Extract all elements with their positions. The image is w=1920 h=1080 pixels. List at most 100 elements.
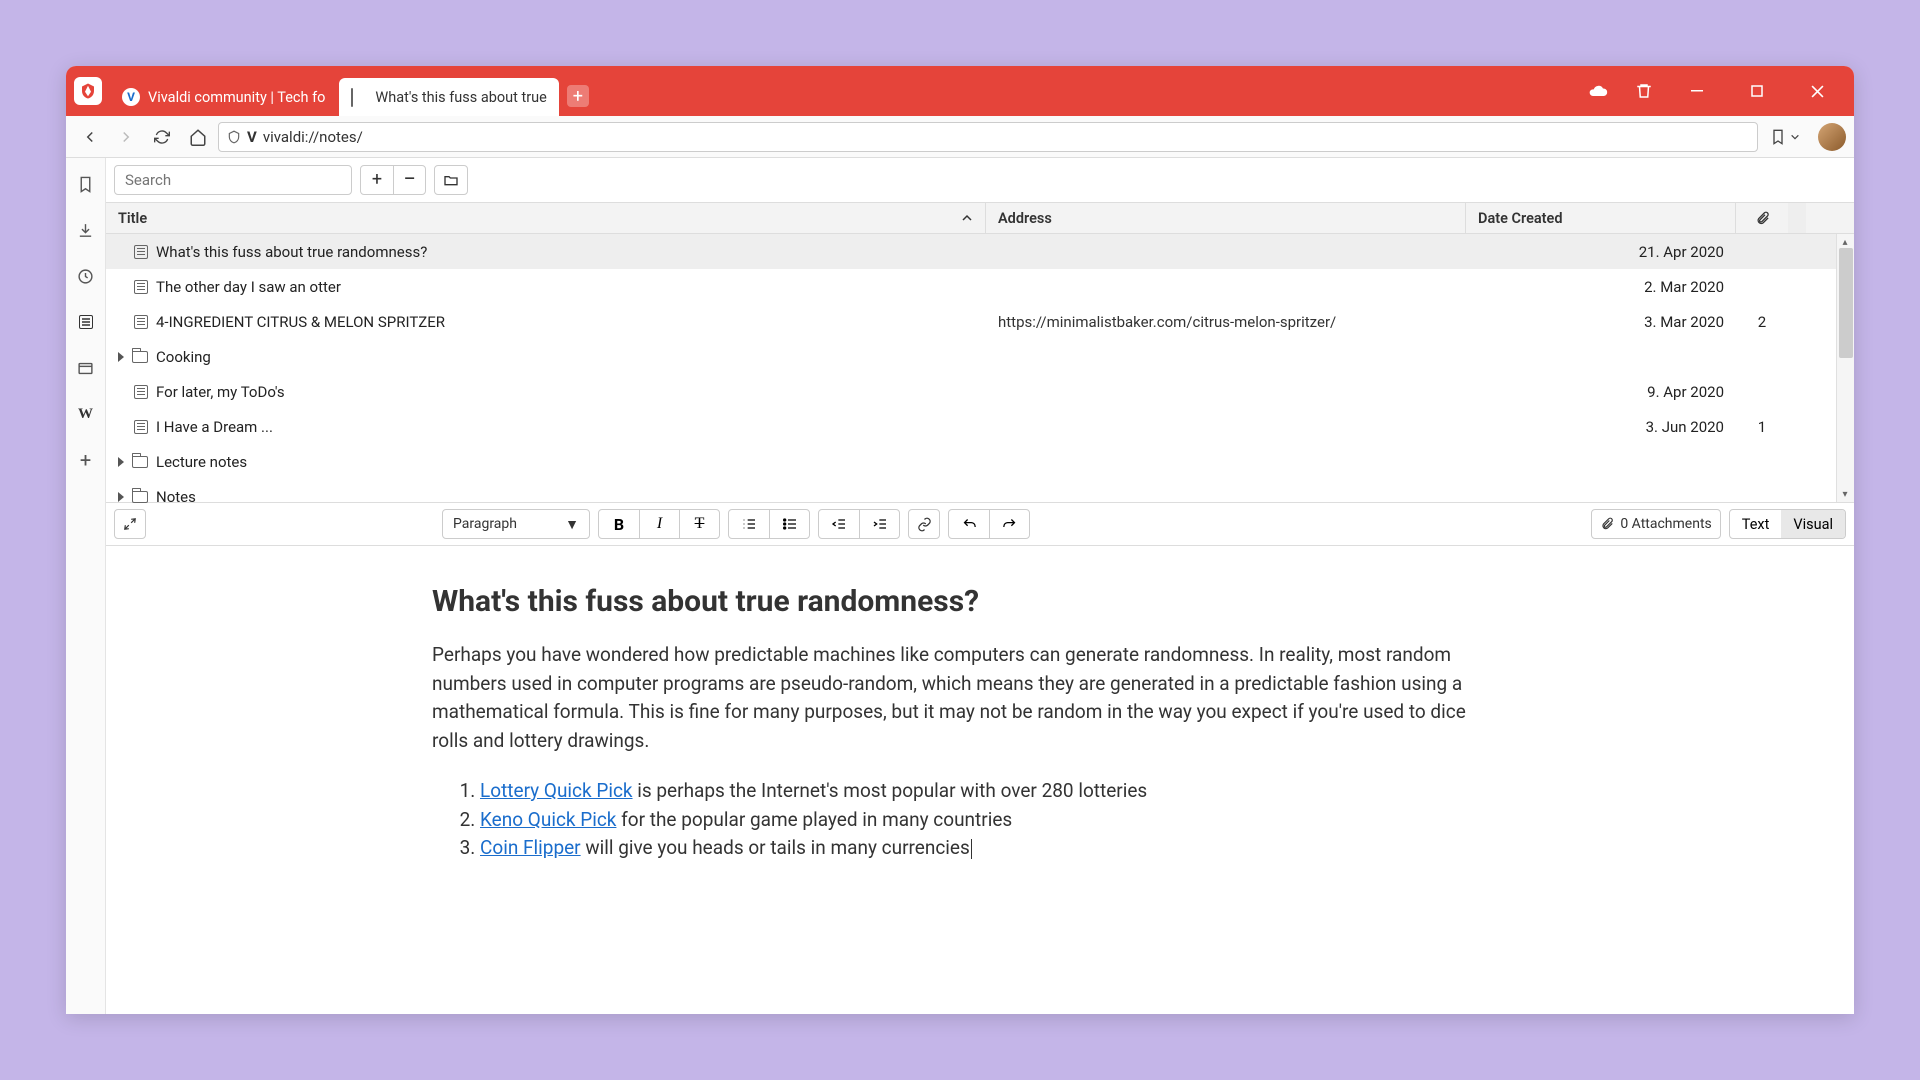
vivaldi-favicon-icon: V <box>122 88 140 106</box>
url-field[interactable]: V vivaldi://notes/ <box>218 122 1758 152</box>
note-icon <box>134 280 148 294</box>
webclip-icon <box>134 315 148 329</box>
note-heading: What's this fuss about true randomness? <box>432 584 1794 619</box>
mode-text-button[interactable]: Text <box>1730 510 1782 538</box>
tab-label: What's this fuss about true <box>375 89 546 106</box>
note-icon <box>351 89 367 105</box>
row-attachments-count: 2 <box>1736 313 1788 331</box>
profile-avatar[interactable] <box>1818 123 1846 151</box>
mode-visual-button[interactable]: Visual <box>1781 510 1845 538</box>
undo-button[interactable] <box>949 510 989 538</box>
reload-button[interactable] <box>146 121 178 153</box>
strikethrough-button[interactable]: T <box>679 510 719 538</box>
side-panel: W + <box>66 158 106 1014</box>
bold-button[interactable]: B <box>599 510 639 538</box>
notes-folder-row[interactable]: Lecture notes <box>106 444 1854 479</box>
folder-icon <box>132 491 148 503</box>
row-title-text: For later, my ToDo's <box>156 383 285 401</box>
scroll-up-icon[interactable]: ▴ <box>1839 236 1851 248</box>
row-date-text: 21. Apr 2020 <box>1466 243 1736 261</box>
minimize-button[interactable] <box>1668 69 1726 113</box>
notes-folder-row[interactable]: Cooking <box>106 339 1854 374</box>
list-item: Coin Flipper will give you heads or tail… <box>480 834 1492 863</box>
add-note-button[interactable]: + <box>361 166 393 194</box>
note-icon <box>134 385 148 399</box>
bookmark-button[interactable] <box>1762 129 1808 145</box>
site-v-icon: V <box>247 128 257 146</box>
url-text: vivaldi://notes/ <box>263 128 363 146</box>
new-tab-button[interactable]: + <box>567 85 589 107</box>
notes-row[interactable]: What's this fuss about true randomness? 2… <box>106 234 1854 269</box>
trash-icon[interactable] <box>1622 69 1666 113</box>
column-date[interactable]: Date Created <box>1466 203 1736 233</box>
redo-button[interactable] <box>989 510 1029 538</box>
notes-list: What's this fuss about true randomness? 2… <box>106 234 1854 514</box>
row-title-text: Cooking <box>156 348 211 366</box>
scrollbar[interactable]: ▴ ▾ <box>1836 234 1854 502</box>
note-link[interactable]: Keno Quick Pick <box>480 808 616 831</box>
close-button[interactable] <box>1788 69 1846 113</box>
tab-active[interactable]: What's this fuss about true <box>339 78 558 116</box>
window-panel-icon[interactable] <box>74 356 98 380</box>
list-item: Keno Quick Pick for the popular game pla… <box>480 806 1492 835</box>
unordered-list-button[interactable] <box>769 510 809 538</box>
note-link[interactable]: Coin Flipper <box>480 836 581 859</box>
outdent-button[interactable] <box>819 510 859 538</box>
row-title-text: 4-INGREDIENT CITRUS & MELON SPRITZER <box>156 313 445 331</box>
row-attachments-count: 1 <box>1736 418 1788 436</box>
note-link[interactable]: Lottery Quick Pick <box>480 779 633 802</box>
row-title-text: Notes <box>156 488 196 506</box>
expand-caret-icon[interactable] <box>118 492 124 502</box>
tab-inactive[interactable]: V Vivaldi community | Tech fo <box>110 78 337 116</box>
scroll-down-icon[interactable]: ▾ <box>1839 488 1851 500</box>
row-title-text: The other day I saw an otter <box>156 278 341 296</box>
list-item: Lottery Quick Pick is perhaps the Intern… <box>480 777 1492 806</box>
folder-icon <box>132 351 148 363</box>
remove-note-button[interactable]: − <box>393 166 425 194</box>
notes-row[interactable]: 4-INGREDIENT CITRUS & MELON SPRITZER http… <box>106 304 1854 339</box>
note-icon <box>134 245 148 259</box>
browser-window: V Vivaldi community | Tech fo What's thi… <box>66 66 1854 1014</box>
new-folder-button[interactable] <box>434 165 468 195</box>
maximize-button[interactable] <box>1728 69 1786 113</box>
ordered-list-button[interactable] <box>729 510 769 538</box>
folder-icon <box>132 456 148 468</box>
column-title[interactable]: Title <box>106 203 986 233</box>
addressbar: V vivaldi://notes/ <box>66 116 1854 158</box>
indent-button[interactable] <box>859 510 899 538</box>
bookmarks-panel-icon[interactable] <box>74 172 98 196</box>
history-panel-icon[interactable] <box>74 264 98 288</box>
row-title-text: What's this fuss about true randomness? <box>156 243 427 261</box>
notes-folder-row[interactable]: Notes <box>106 479 1854 514</box>
expand-caret-icon[interactable] <box>118 457 124 467</box>
add-panel-button[interactable]: + <box>74 448 98 472</box>
wikipedia-icon[interactable]: W <box>74 402 98 426</box>
titlebar: V Vivaldi community | Tech fo What's thi… <box>66 66 1854 116</box>
tab-label: Vivaldi community | Tech fo <box>148 89 325 106</box>
column-attachments[interactable] <box>1736 203 1788 233</box>
notes-panel-icon[interactable] <box>74 310 98 334</box>
search-input[interactable] <box>114 165 352 195</box>
paperclip-icon <box>1755 211 1770 226</box>
forward-button[interactable] <box>110 121 142 153</box>
sync-cloud-icon[interactable] <box>1576 69 1620 113</box>
vivaldi-logo[interactable] <box>74 77 102 105</box>
notes-row[interactable]: For later, my ToDo's9. Apr 2020 <box>106 374 1854 409</box>
chevron-down-icon <box>1790 132 1800 142</box>
home-button[interactable] <box>182 121 214 153</box>
scroll-thumb[interactable] <box>1839 248 1853 358</box>
editor-content[interactable]: What's this fuss about true randomness? … <box>106 546 1854 1014</box>
row-date-text: 3. Mar 2020 <box>1466 313 1736 331</box>
notes-toolbar: + − <box>106 158 1854 202</box>
note-ordered-list: Lottery Quick Pick is perhaps the Intern… <box>432 777 1492 863</box>
column-address[interactable]: Address <box>986 203 1466 233</box>
italic-button[interactable]: I <box>639 510 679 538</box>
row-address-text: https://minimalistbaker.com/citrus-melon… <box>986 313 1466 331</box>
row-date-text: 3. Jun 2020 <box>1466 418 1736 436</box>
back-button[interactable] <box>74 121 106 153</box>
expand-caret-icon[interactable] <box>118 352 124 362</box>
downloads-panel-icon[interactable] <box>74 218 98 242</box>
chevron-down-icon: ▼ <box>565 516 579 533</box>
notes-row[interactable]: The other day I saw an otter2. Mar 2020 <box>106 269 1854 304</box>
notes-row[interactable]: I Have a Dream ...3. Jun 20201 <box>106 409 1854 444</box>
